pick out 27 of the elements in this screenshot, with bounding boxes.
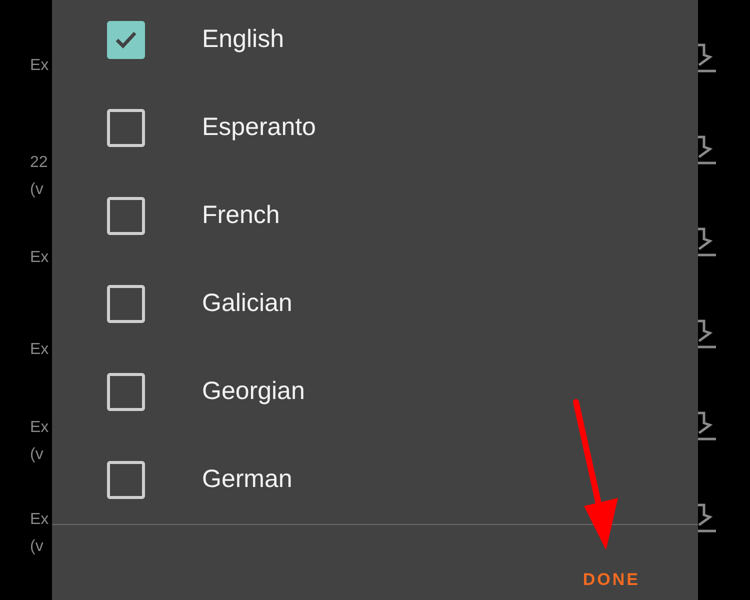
download-icon [698,319,716,349]
item-text: 22 [30,153,49,173]
item-text: Ex [30,340,50,360]
checkbox[interactable] [107,109,145,147]
download-icon [698,411,716,441]
language-option[interactable]: German [52,436,698,524]
item-text: Ex [30,56,50,76]
item-text: Ex [30,248,50,268]
checkbox[interactable] [107,197,145,235]
download-icon [698,227,716,257]
item-text: Ex [30,418,50,438]
language-option[interactable]: Georgian [52,348,698,436]
item-text: (v [30,445,44,465]
checkbox[interactable] [107,461,145,499]
language-option[interactable]: Galician [52,260,698,348]
download-icon [698,135,716,165]
checkbox[interactable] [107,373,145,411]
item-text: (v [30,180,44,200]
download-icon [698,43,716,73]
language-option[interactable]: French [52,172,698,260]
item-text: (v [30,537,44,557]
checkbox[interactable] [107,21,145,59]
language-option[interactable]: Esperanto [52,84,698,172]
checkbox[interactable] [107,285,145,323]
item-text: Ex [30,510,50,530]
language-option[interactable]: English [52,0,698,84]
download-icon [698,503,716,533]
